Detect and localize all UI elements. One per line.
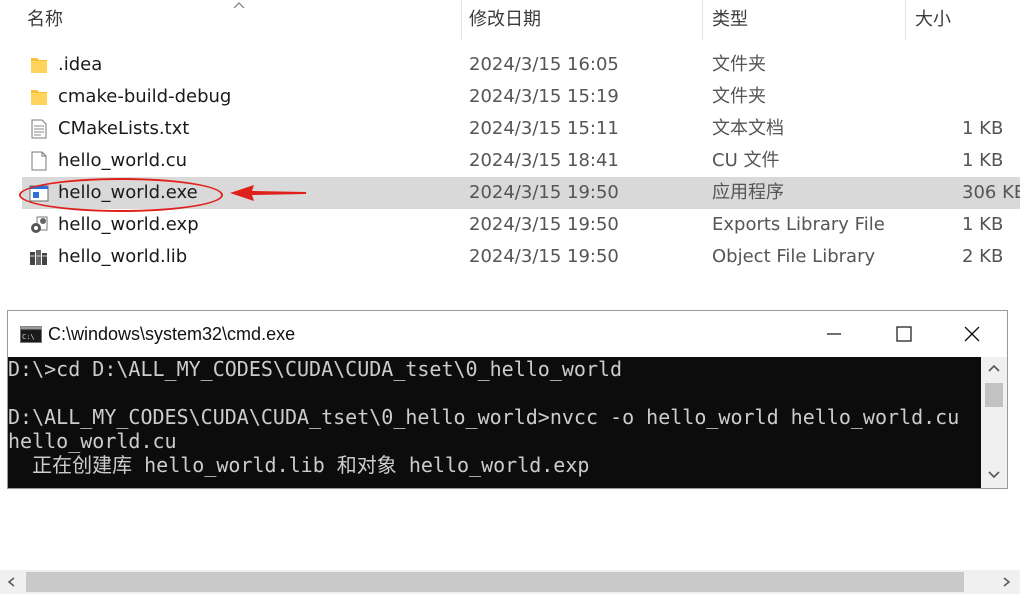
file-row[interactable]: hello_world.cu 2024/3/15 18:41 CU 文件 1 K… bbox=[22, 145, 1020, 177]
file-size: 1 KB bbox=[962, 150, 1004, 171]
library-file-icon bbox=[30, 250, 47, 265]
cmd-titlebar[interactable]: C:\ C:\windows\system32\cmd.exe bbox=[8, 311, 1007, 357]
cmd-title: C:\windows\system32\cmd.exe bbox=[48, 324, 296, 344]
file-type: 文本文档 bbox=[712, 118, 784, 139]
scroll-right-icon[interactable] bbox=[1002, 576, 1012, 588]
close-button[interactable] bbox=[942, 311, 1004, 357]
file-name: hello_world.cu bbox=[58, 150, 188, 171]
file-date: 2024/3/15 15:11 bbox=[469, 118, 619, 139]
console-line: D:\>cd D:\ALL_MY_CODES\CUDA\CUDA_tset\0_… bbox=[8, 357, 623, 381]
console-scrollbar[interactable] bbox=[981, 357, 1007, 488]
console-line: hello_world.cu bbox=[8, 429, 177, 453]
column-type[interactable]: 类型 bbox=[712, 0, 902, 40]
console-line: D:\ALL_MY_CODES\CUDA\CUDA_tset\0_hello_w… bbox=[8, 405, 960, 429]
file-type: 文件夹 bbox=[712, 86, 766, 107]
file-name: hello_world.exp bbox=[58, 214, 199, 235]
file-name: cmake-build-debug bbox=[58, 86, 232, 107]
column-header: 名称 修改日期 类型 大小 bbox=[0, 0, 1020, 40]
file-type: CU 文件 bbox=[712, 150, 780, 171]
folder-icon bbox=[31, 58, 47, 73]
cmd-app-icon: C:\ bbox=[20, 326, 42, 343]
maximize-button[interactable] bbox=[873, 311, 935, 357]
column-divider[interactable] bbox=[905, 0, 906, 40]
blank-file-icon bbox=[31, 151, 47, 171]
svg-text:C:\: C:\ bbox=[22, 333, 35, 341]
file-size bbox=[962, 81, 1020, 113]
file-type: 应用程序 bbox=[712, 182, 784, 203]
file-date: 2024/3/15 19:50 bbox=[469, 246, 619, 267]
file-row[interactable]: cmake-build-debug 2024/3/15 15:19 文件夹 bbox=[22, 81, 1020, 113]
file-size: 1 KB bbox=[962, 118, 1004, 139]
file-name: hello_world.lib bbox=[58, 246, 188, 267]
column-date[interactable]: 修改日期 bbox=[469, 0, 699, 40]
scroll-down-icon[interactable] bbox=[987, 470, 1001, 480]
file-date: 2024/3/15 19:50 bbox=[469, 182, 619, 203]
minimize-button[interactable] bbox=[803, 311, 865, 357]
scroll-left-icon[interactable] bbox=[6, 576, 16, 588]
horizontal-scrollbar[interactable] bbox=[0, 570, 1020, 594]
file-date: 2024/3/15 15:19 bbox=[469, 86, 619, 107]
text-file-icon bbox=[31, 119, 47, 139]
file-name: .idea bbox=[58, 54, 103, 75]
file-date: 2024/3/15 18:41 bbox=[469, 150, 619, 171]
file-size bbox=[962, 49, 1020, 81]
gear-file-icon bbox=[31, 216, 48, 233]
file-type: Exports Library File bbox=[712, 214, 885, 235]
file-row[interactable]: CMakeLists.txt 2024/3/15 15:11 文本文档 1 KB bbox=[22, 113, 1020, 145]
column-divider[interactable] bbox=[702, 0, 703, 40]
file-size: 1 KB bbox=[962, 214, 1004, 235]
file-row[interactable]: hello_world.exp 2024/3/15 19:50 Exports … bbox=[22, 209, 1020, 241]
file-row[interactable]: hello_world.lib 2024/3/15 19:50 Object F… bbox=[22, 241, 1020, 273]
column-divider[interactable] bbox=[461, 0, 462, 40]
file-type: Object File Library bbox=[712, 246, 876, 267]
file-row[interactable]: .idea 2024/3/15 16:05 文件夹 bbox=[22, 49, 1020, 81]
file-size: 2 KB bbox=[962, 246, 1004, 267]
file-size: 306 KB bbox=[962, 182, 1020, 203]
file-name: CMakeLists.txt bbox=[58, 118, 190, 139]
console-output[interactable]: D:\>cd D:\ALL_MY_CODES\CUDA\CUDA_tset\0_… bbox=[8, 357, 981, 488]
cmd-window[interactable]: C:\ C:\windows\system32\cmd.exe D:\>cd D… bbox=[8, 311, 1007, 488]
file-type: 文件夹 bbox=[712, 54, 766, 75]
annotation-arrow-icon bbox=[230, 185, 306, 201]
file-date: 2024/3/15 19:50 bbox=[469, 214, 619, 235]
scrollbar-thumb[interactable] bbox=[985, 383, 1003, 407]
file-date: 2024/3/15 16:05 bbox=[469, 54, 619, 75]
column-name[interactable]: 名称 bbox=[27, 0, 457, 40]
column-size[interactable]: 大小 bbox=[915, 0, 1015, 40]
annotation-ellipse bbox=[19, 178, 223, 212]
scroll-up-icon[interactable] bbox=[987, 363, 1001, 373]
scrollbar-thumb[interactable] bbox=[26, 572, 964, 592]
console-line: 正在创建库 hello_world.lib 和对象 hello_world.ex… bbox=[8, 453, 590, 477]
folder-icon bbox=[31, 90, 47, 105]
